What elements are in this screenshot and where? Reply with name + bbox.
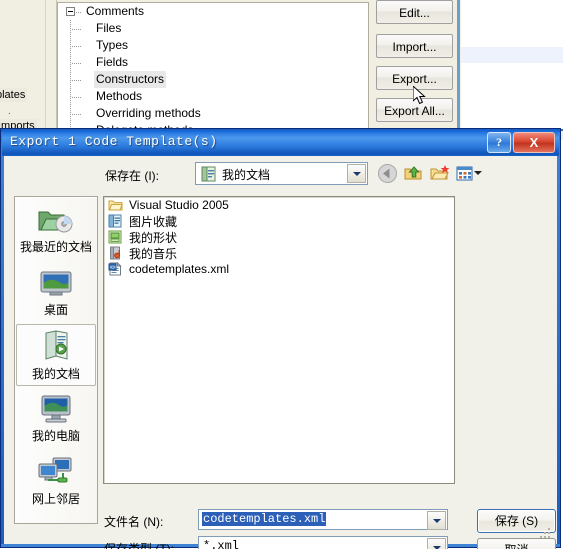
file-name: Visual Studio 2005 [129, 198, 229, 212]
filetype-chevron-down-icon[interactable] [427, 538, 446, 549]
views-icon[interactable] [455, 163, 476, 184]
my-computer-icon [34, 391, 78, 425]
titlebar-buttons: ? X [487, 132, 555, 153]
tree-dash [76, 12, 82, 13]
xml-file-icon: <> [108, 261, 126, 277]
list-item[interactable]: 图片收藏 [104, 213, 454, 229]
close-button[interactable]: X [513, 132, 555, 153]
filetype-select[interactable]: *.xml [198, 536, 448, 549]
list-item[interactable]: Visual Studio 2005 [104, 197, 454, 213]
my-documents-icon [36, 329, 76, 363]
places-bar: 我最近的文档 桌面 我的文档 我的电脑 网上邻居 [14, 196, 98, 524]
views-chevron-down-icon[interactable] [474, 171, 482, 175]
my-documents-icon [201, 166, 216, 182]
list-item[interactable]: 我的形状 [104, 229, 454, 245]
file-name: 图片收藏 [129, 214, 178, 229]
place-label: 我的电脑 [31, 429, 80, 443]
import-button[interactable]: Import... [376, 34, 453, 58]
shapes-folder-icon [108, 229, 126, 245]
list-item[interactable]: <> codetemplates.xml [104, 261, 454, 277]
place-desktop[interactable]: 桌面 [16, 261, 96, 323]
tree-node-label: Comments [86, 4, 145, 18]
tree-branch [72, 29, 82, 30]
tree-node-overriding-methods[interactable]: Overriding methods [58, 105, 368, 122]
file-list[interactable]: Visual Studio 2005 图片收藏 我的形状 我的音乐 <> cod… [103, 196, 455, 484]
file-name: 我的音乐 [129, 246, 178, 261]
tree-branch [72, 97, 82, 98]
tree-node-types[interactable]: Types [58, 37, 368, 54]
help-button[interactable]: ? [487, 132, 511, 153]
tree-branch [72, 63, 82, 64]
tree-branch [72, 114, 82, 115]
place-label: 我最近的文档 [19, 240, 92, 254]
svg-text:<>: <> [110, 265, 116, 271]
new-folder-icon[interactable] [429, 163, 450, 184]
back-icon[interactable] [377, 163, 398, 184]
dialog-titlebar[interactable]: Export 1 Code Template(s) ? X [2, 130, 559, 156]
tree-node-label: Types [96, 38, 129, 52]
filetype-value: *.xml [203, 539, 240, 549]
tree-branch [72, 46, 82, 47]
tree-node-label: Methods [96, 89, 143, 103]
place-label: 桌面 [43, 303, 68, 317]
place-label: 我的文档 [31, 367, 80, 381]
tree-node-root[interactable]: Comments [58, 3, 368, 20]
tree-node-label: Overriding methods [96, 106, 201, 120]
lookin-row: 保存在 (I): 我的文档 [4, 160, 557, 190]
mouse-cursor-icon [413, 86, 426, 105]
screen: plates . Imports Comments Files Types Fi… [0, 0, 563, 549]
divider-line-1 [45, 0, 46, 132]
background-right-pane [461, 0, 563, 131]
dialog-body: 保存在 (I): 我的文档 我最近的文档 桌面 我的文档 我的电脑 网上邻居 V… [4, 156, 557, 549]
list-item[interactable]: 我的音乐 [104, 245, 454, 261]
dialog-title: Export 1 Code Template(s) [10, 134, 218, 149]
tree-node-label: Fields [96, 55, 129, 69]
tree-node-fields[interactable]: Fields [58, 54, 368, 71]
network-places-icon [33, 454, 79, 488]
background-highlight-band [461, 47, 563, 63]
resize-grip[interactable] [540, 528, 552, 540]
up-one-level-icon[interactable] [403, 163, 424, 184]
place-my-documents[interactable]: 我的文档 [16, 324, 96, 386]
filename-chevron-down-icon[interactable] [427, 511, 446, 530]
lookin-label: 保存在 (I): [105, 169, 159, 183]
tree-node-label: Constructors [94, 71, 167, 88]
place-my-computer[interactable]: 我的电脑 [16, 387, 96, 449]
desktop-icon [34, 265, 78, 299]
filename-input[interactable]: codetemplates.xml [198, 509, 448, 530]
lookin-value: 我的文档 [222, 168, 271, 182]
collapse-icon[interactable] [66, 7, 75, 16]
file-name: codetemplates.xml [129, 262, 230, 276]
lookin-combobox[interactable]: 我的文档 [195, 162, 368, 185]
tree-node-label: Files [96, 21, 122, 35]
place-label: 网上邻居 [31, 492, 80, 506]
window-edge [457, 0, 460, 131]
recent-documents-icon [33, 202, 79, 236]
code-templates-window: plates . Imports Comments Files Types Fi… [0, 0, 563, 140]
tree-node-files[interactable]: Files [58, 20, 368, 37]
pictures-folder-icon [108, 213, 126, 229]
folder-icon [108, 197, 126, 213]
filetype-label: 保存类型 (T): [104, 542, 174, 549]
export-save-dialog: Export 1 Code Template(s) ? X 保存在 (I): 我… [0, 128, 561, 549]
tree-branch [72, 80, 82, 81]
place-network-places[interactable]: 网上邻居 [16, 450, 96, 512]
file-name: 我的形状 [129, 230, 178, 245]
filename-value: codetemplates.xml [202, 512, 327, 526]
music-folder-icon [108, 245, 126, 261]
chevron-down-icon[interactable] [347, 164, 366, 183]
template-tree[interactable]: Comments Files Types Fields Constructors… [57, 2, 369, 134]
partial-label-templates: plates [0, 88, 28, 102]
filename-label: 文件名 (N): [104, 515, 164, 529]
place-recent-documents[interactable]: 我最近的文档 [16, 198, 96, 260]
tree-node-methods[interactable]: Methods [58, 88, 368, 105]
edit-button[interactable]: Edit... [376, 0, 453, 24]
tree-node-constructors[interactable]: Constructors [58, 71, 368, 88]
partial-label-dot: . [8, 106, 11, 117]
